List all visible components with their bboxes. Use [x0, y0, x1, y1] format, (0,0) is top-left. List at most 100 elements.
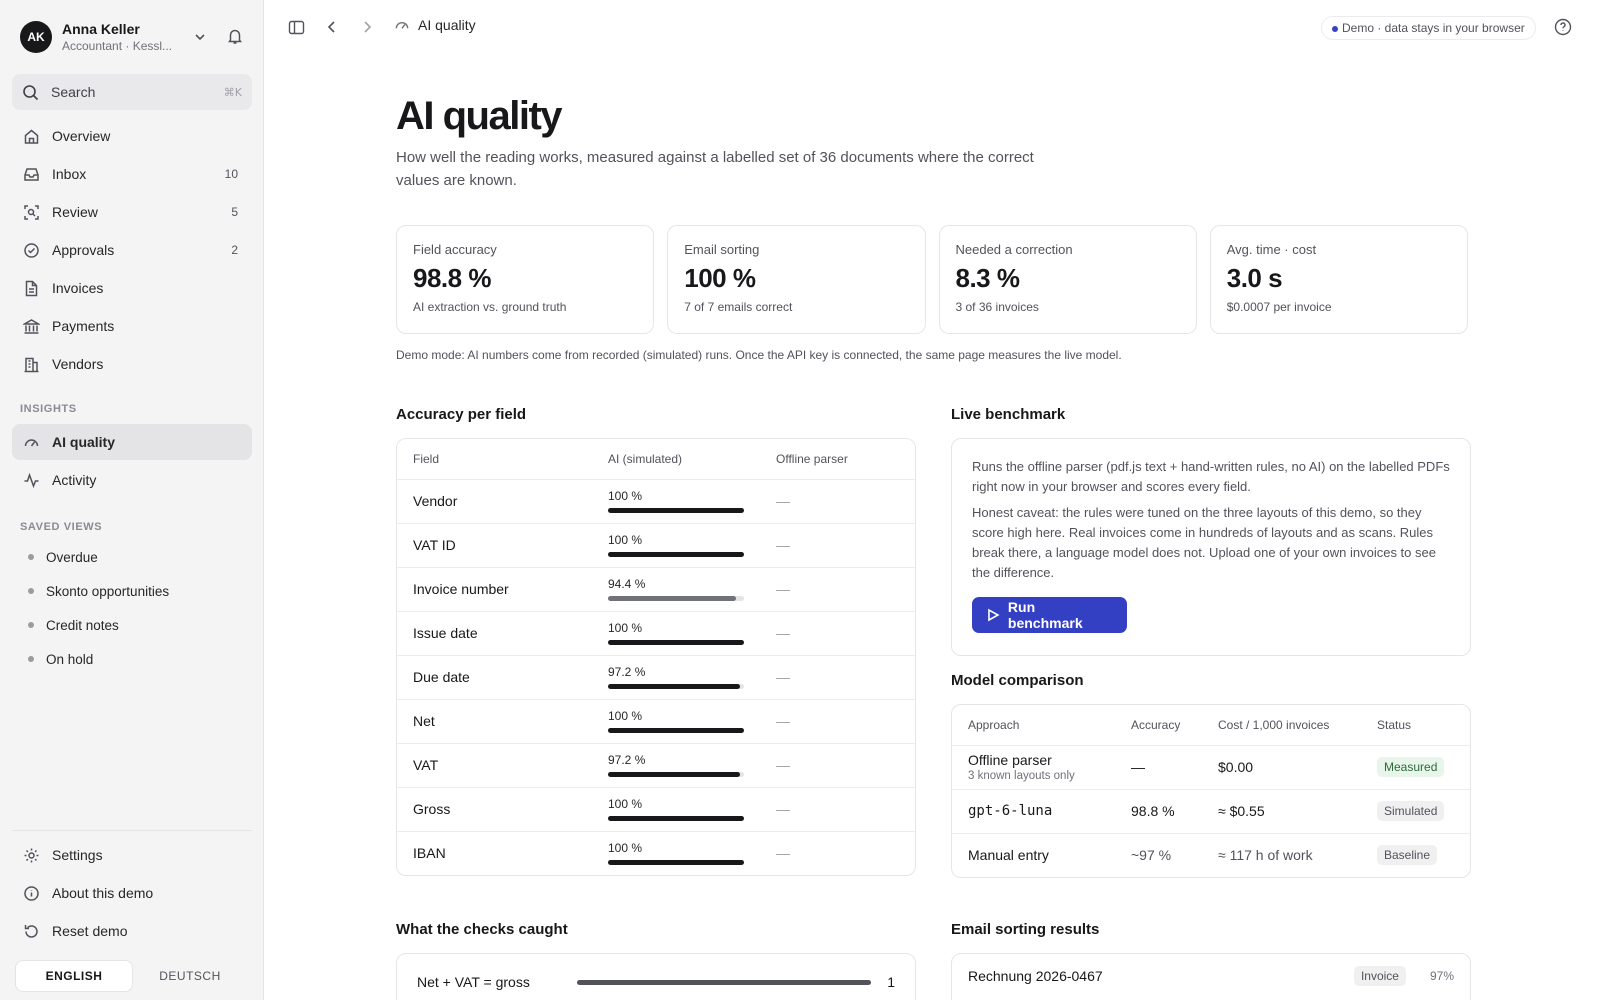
nav-item-vendors[interactable]: Vendors — [12, 346, 252, 382]
accuracy-bar-fill — [608, 772, 741, 777]
saved-view-overdue[interactable]: Overdue — [12, 540, 252, 574]
accuracy-bar-fill — [608, 596, 737, 601]
field-name: VAT ID — [397, 523, 592, 568]
saved-view-on-hold[interactable]: On hold — [12, 642, 252, 676]
table-row: Manual entry ~97 % ≈ 117 h of work Basel… — [952, 833, 1470, 877]
chevron-down-icon[interactable] — [192, 29, 208, 45]
accuracy-bar-fill — [608, 552, 744, 557]
table-row: VAT ID 100 % — — [397, 523, 915, 568]
status-badge: Measured — [1377, 757, 1445, 777]
accuracy-table-card: Field AI (simulated) Offline parser Vend… — [396, 438, 916, 876]
settings-link[interactable]: Settings — [12, 837, 252, 873]
ai-accuracy-value: 100 % — [608, 533, 643, 547]
bank-icon — [22, 317, 40, 335]
topbar: AI quality Demo · data stays in your bro… — [264, 0, 1600, 56]
field-name: Invoice number — [397, 567, 592, 612]
avatar: AK — [20, 21, 52, 53]
kpi-row: Field accuracy 98.8 % AI extraction vs. gr… — [396, 225, 1468, 334]
nav-label: Review — [52, 204, 98, 220]
about-demo-link[interactable]: About this demo — [12, 875, 252, 911]
help-icon[interactable] — [1554, 18, 1572, 36]
col-ai: AI (simulated) — [592, 439, 760, 480]
email-card: Rechnung 2026-0467 Invoice 97% — [951, 953, 1471, 1000]
search-icon — [23, 84, 39, 100]
saved-view-skonto[interactable]: Skonto opportunities — [12, 574, 252, 608]
status-badge: Baseline — [1377, 845, 1438, 866]
home-icon — [22, 127, 40, 145]
nav-item-invoices[interactable]: Invoices — [12, 270, 252, 306]
back-icon[interactable] — [324, 19, 340, 35]
run-benchmark-button[interactable]: Run benchmark — [972, 597, 1127, 633]
field-name: IBAN — [413, 845, 446, 862]
demo-mode-note: Demo mode: AI numbers come from recorded… — [396, 348, 1122, 362]
ai-accuracy-value: 97.2 % — [608, 665, 646, 679]
email-row[interactable]: Rechnung 2026-0467 Invoice 97% — [952, 954, 1470, 998]
ai-accuracy-value: 100 % — [608, 709, 643, 723]
accuracy-bar — [608, 684, 744, 689]
offline-value: — — [760, 743, 915, 788]
nav-label: Vendors — [52, 356, 104, 372]
breadcrumb: AI quality — [394, 17, 476, 33]
table-row: Gross 100 % — — [397, 787, 915, 832]
nav-item-activity[interactable]: Activity — [12, 462, 252, 498]
play-icon — [988, 608, 1000, 622]
table-row: Invoice number 94.4 % — — [397, 567, 915, 612]
accuracy-bar — [608, 728, 744, 733]
lang-deutsch[interactable]: DEUTSCH — [132, 961, 248, 991]
benchmark-card: Runs the offline parser (pdf.js text + h… — [951, 438, 1471, 656]
nav-label: Approvals — [52, 242, 115, 258]
comparison-table-card: Approach Accuracy Cost / 1,000 invoices … — [951, 704, 1471, 878]
check-bar-fill — [577, 979, 872, 985]
breadcrumb-current: AI quality — [418, 17, 476, 33]
ai-accuracy-value: 100 % — [608, 489, 643, 503]
offline-value: — — [760, 611, 915, 656]
gauge-icon — [395, 22, 409, 29]
ai-accuracy-value: 97.2 % — [608, 753, 646, 767]
user-menu[interactable]: AK Anna Keller Accountant · Kessl... — [20, 20, 246, 54]
nav-item-payments[interactable]: Payments — [12, 308, 252, 344]
field-name: Due date — [397, 655, 592, 700]
info-icon — [22, 884, 40, 902]
forward-icon[interactable] — [359, 19, 375, 35]
search-input[interactable]: Search ⌘K — [12, 74, 252, 110]
field-name: Issue date — [397, 611, 592, 656]
accuracy-bar — [608, 508, 744, 513]
nav-item-inbox[interactable]: Inbox 10 — [12, 156, 252, 192]
nav-label: AI quality — [52, 434, 116, 450]
insights-heading: INSIGHTS — [20, 403, 77, 415]
bell-icon[interactable] — [226, 27, 244, 45]
accuracy-bar-fill — [608, 508, 744, 513]
nav-label: Inbox — [52, 166, 87, 182]
nav-item-approvals[interactable]: Approvals 2 — [12, 232, 252, 268]
email-tag: Invoice — [1353, 966, 1406, 986]
kpi-card: Needed a correction 8.3 % 3 of 36 invoices — [938, 225, 1197, 334]
accuracy-rows: Vendor 100 % — VAT ID 100 % — Invoice number 94… — [397, 479, 915, 875]
table-row: VAT 97.2 % — — [397, 743, 915, 788]
col-offline: Offline parser — [760, 439, 915, 480]
comparison-heading: Model comparison — [951, 672, 1084, 689]
offline-value: — — [760, 699, 915, 744]
reset-demo-link[interactable]: Reset demo — [12, 913, 252, 949]
status-badge: Simulated — [1377, 801, 1445, 821]
lang-english[interactable]: ENGLISH — [16, 961, 132, 991]
gauge-icon — [22, 433, 40, 451]
nav-item-review[interactable]: Review 5 — [12, 194, 252, 230]
nav-item-overview[interactable]: Overview — [12, 118, 252, 154]
nav-item-ai-quality[interactable]: AI quality — [12, 424, 252, 460]
benchmark-caveat: Honest caveat: the rules were tuned on t… — [972, 505, 1436, 580]
field-name: VAT — [397, 743, 592, 788]
table-row: Offline parser 3 known layouts only — $0.… — [952, 745, 1470, 790]
table-row: gpt-6-luna 98.8 % ≈ $0.55 Simulated — [952, 789, 1470, 834]
sidebar-toggle-icon[interactable] — [288, 19, 305, 36]
nav-label: Overview — [52, 128, 111, 144]
saved-view-credit-notes[interactable]: Credit notes — [12, 608, 252, 642]
insights-nav: AI quality Activity — [12, 424, 252, 500]
table-row: IBAN 100 % — — [397, 831, 915, 875]
table-row: Vendor 100 % — — [397, 479, 915, 524]
inbox-count: 10 — [224, 167, 238, 181]
kpi-card: Email sorting 100 % 7 of 7 emails correct — [667, 225, 926, 334]
accuracy-bar-fill — [608, 728, 744, 733]
email-heading: Email sorting results — [951, 921, 1100, 938]
offline-value: — — [760, 655, 915, 700]
accuracy-bar-fill — [608, 640, 744, 645]
